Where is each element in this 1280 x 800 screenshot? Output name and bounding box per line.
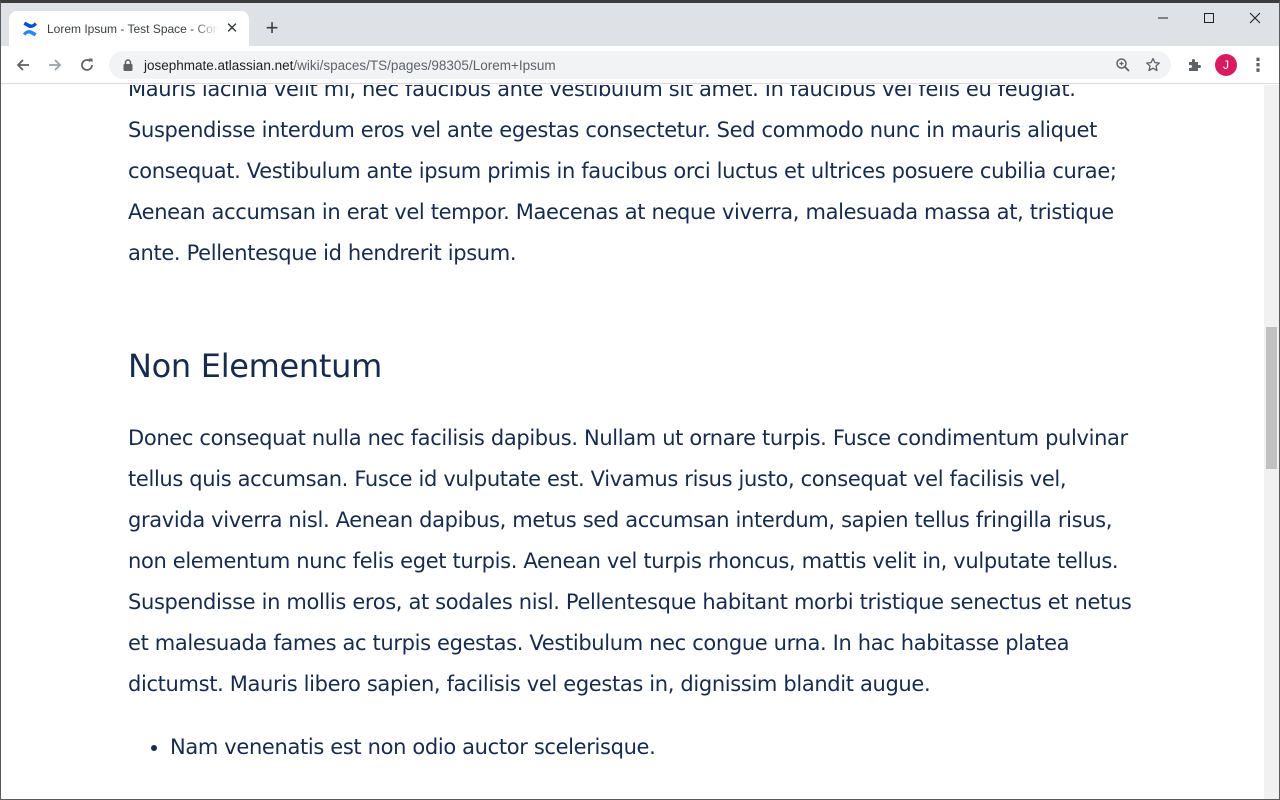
- profile-button[interactable]: J: [1212, 51, 1240, 79]
- vertical-scrollbar[interactable]: [1264, 85, 1279, 799]
- browser-window: Lorem Ipsum - Test Space - Confluence ✕ …: [0, 0, 1280, 800]
- url-text: josephmate.atlassian.net/wiki/spaces/TS/…: [144, 58, 556, 73]
- url-path: /wiki/spaces/TS/pages/98305/Lorem+Ipsum: [293, 57, 556, 73]
- back-button[interactable]: [9, 51, 37, 79]
- lock-icon: [123, 59, 133, 71]
- confluence-logo-icon: [23, 21, 37, 36]
- arrow-right-icon: [49, 59, 62, 71]
- avatar: J: [1215, 54, 1237, 76]
- bookmark-star-icon[interactable]: [1145, 57, 1161, 73]
- extensions-button[interactable]: [1180, 51, 1208, 79]
- arrow-left-icon: [16, 59, 29, 71]
- address-bar[interactable]: josephmate.atlassian.net/wiki/spaces/TS/…: [109, 51, 1171, 79]
- puzzle-icon: [1189, 59, 1201, 71]
- maximize-button[interactable]: [1186, 3, 1232, 33]
- window-close-button[interactable]: [1232, 3, 1278, 33]
- paragraph: Mauris lacinia velit mi, nec faucibus an…: [128, 85, 1117, 265]
- tab-active[interactable]: Lorem Ipsum - Test Space - Confluence ✕: [9, 11, 249, 46]
- article-body: Mauris lacinia velit mi, nec faucibus an…: [128, 85, 1140, 768]
- tab-strip: Lorem Ipsum - Test Space - Confluence ✕ …: [1, 3, 1279, 46]
- tab-title: Lorem Ipsum - Test Space - Confluence: [47, 21, 219, 36]
- scrollbar-thumb[interactable]: [1266, 327, 1277, 469]
- kebab-menu-icon: ⋮: [1249, 55, 1267, 75]
- bullet-list: Nam venenatis est non odio auctor sceler…: [128, 727, 1140, 768]
- page-content: Mauris lacinia velit mi, nec faucibus an…: [1, 85, 1279, 799]
- forward-button[interactable]: [41, 51, 69, 79]
- minimize-icon: [1158, 17, 1168, 19]
- reload-icon: [81, 58, 93, 71]
- list-item: Nam venenatis est non odio auctor sceler…: [170, 727, 1140, 768]
- browser-menu-button[interactable]: ⋮: [1244, 51, 1272, 79]
- minimize-button[interactable]: [1140, 3, 1186, 33]
- close-icon: [1249, 12, 1261, 24]
- section-heading: Non Elementum: [128, 347, 383, 385]
- zoom-icon[interactable]: [1115, 57, 1131, 73]
- paragraph: Donec consequat nulla nec facilisis dapi…: [128, 426, 1132, 696]
- new-tab-button[interactable]: +: [259, 16, 285, 42]
- reload-button[interactable]: [73, 51, 101, 79]
- url-host: josephmate.atlassian.net: [144, 57, 294, 73]
- tab-close-icon[interactable]: ✕: [223, 20, 241, 38]
- browser-toolbar: josephmate.atlassian.net/wiki/spaces/TS/…: [1, 46, 1279, 84]
- maximize-icon: [1204, 13, 1214, 23]
